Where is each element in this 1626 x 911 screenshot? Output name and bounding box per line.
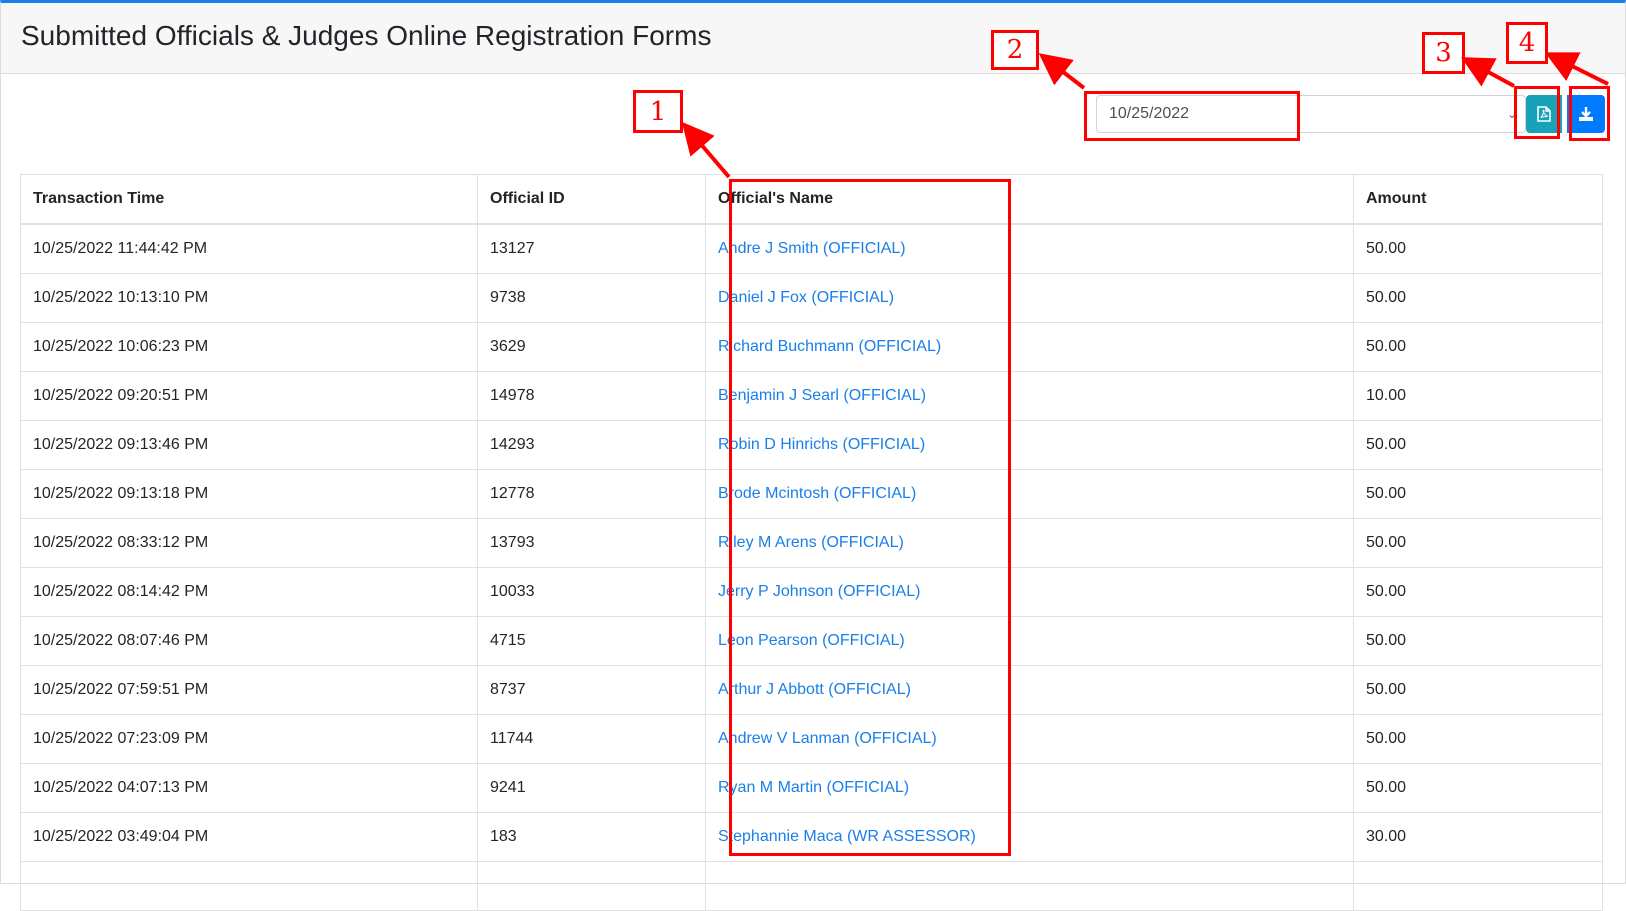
annotation-box-names-column — [729, 179, 1011, 856]
cell-official-id: 9241 — [477, 763, 706, 813]
cell-transaction-time: 10/25/2022 07:59:51 PM — [20, 665, 478, 715]
page-title: Submitted Officials & Judges Online Regi… — [21, 20, 712, 51]
annotation-box-download-button — [1569, 86, 1610, 141]
cell-official-id: 14293 — [477, 420, 706, 470]
column-header-amount[interactable]: Amount — [1353, 174, 1603, 225]
cell-amount: 50.00 — [1353, 469, 1603, 519]
cell-official-id: 3629 — [477, 322, 706, 372]
cell-transaction-time: 10/25/2022 04:07:13 PM — [20, 763, 478, 813]
cell-amount: 50.00 — [1353, 665, 1603, 715]
cell-amount: 50.00 — [1353, 223, 1603, 274]
cell-transaction-time — [20, 861, 478, 911]
cell-amount: 50.00 — [1353, 763, 1603, 813]
cell-transaction-time: 10/25/2022 09:20:51 PM — [20, 371, 478, 421]
cell-official-id: 13793 — [477, 518, 706, 568]
cell-transaction-time: 10/25/2022 11:44:42 PM — [20, 223, 478, 274]
cell-amount: 50.00 — [1353, 322, 1603, 372]
annotation-label-2: 2 — [991, 30, 1039, 70]
cell-amount — [1353, 861, 1603, 911]
cell-transaction-time: 10/25/2022 09:13:18 PM — [20, 469, 478, 519]
cell-official-name — [705, 861, 1354, 911]
cell-amount: 50.00 — [1353, 714, 1603, 764]
annotation-label-4: 4 — [1506, 22, 1548, 64]
cell-official-id: 9738 — [477, 273, 706, 323]
card-header: Submitted Officials & Judges Online Regi… — [1, 3, 1625, 74]
annotation-box-pdf-button — [1514, 86, 1560, 139]
cell-amount: 50.00 — [1353, 616, 1603, 666]
cell-amount: 30.00 — [1353, 812, 1603, 862]
cell-amount: 50.00 — [1353, 420, 1603, 470]
cell-official-id: 11744 — [477, 714, 706, 764]
cell-official-id: 13127 — [477, 223, 706, 274]
cell-official-id: 14978 — [477, 371, 706, 421]
cell-amount: 50.00 — [1353, 567, 1603, 617]
cell-official-id: 4715 — [477, 616, 706, 666]
cell-amount: 50.00 — [1353, 518, 1603, 568]
table-row — [20, 861, 1603, 911]
cell-official-id: 8737 — [477, 665, 706, 715]
cell-official-id — [477, 861, 706, 911]
column-header-official-id[interactable]: Official ID — [477, 174, 706, 225]
cell-amount: 10.00 — [1353, 371, 1603, 421]
cell-official-id: 12778 — [477, 469, 706, 519]
cell-transaction-time: 10/25/2022 08:33:12 PM — [20, 518, 478, 568]
cell-transaction-time: 10/25/2022 07:23:09 PM — [20, 714, 478, 764]
cell-amount: 50.00 — [1353, 273, 1603, 323]
annotation-label-3: 3 — [1422, 32, 1465, 74]
cell-transaction-time: 10/25/2022 03:49:04 PM — [20, 812, 478, 862]
cell-transaction-time: 10/25/2022 10:13:10 PM — [20, 273, 478, 323]
annotation-label-1: 1 — [633, 90, 683, 133]
cell-official-id: 10033 — [477, 567, 706, 617]
cell-transaction-time: 10/25/2022 08:14:42 PM — [20, 567, 478, 617]
cell-transaction-time: 10/25/2022 09:13:46 PM — [20, 420, 478, 470]
column-header-transaction-time[interactable]: Transaction Time — [20, 174, 478, 225]
cell-transaction-time: 10/25/2022 10:06:23 PM — [20, 322, 478, 372]
cell-official-id: 183 — [477, 812, 706, 862]
cell-transaction-time: 10/25/2022 08:07:46 PM — [20, 616, 478, 666]
annotation-box-date-select — [1084, 91, 1300, 141]
